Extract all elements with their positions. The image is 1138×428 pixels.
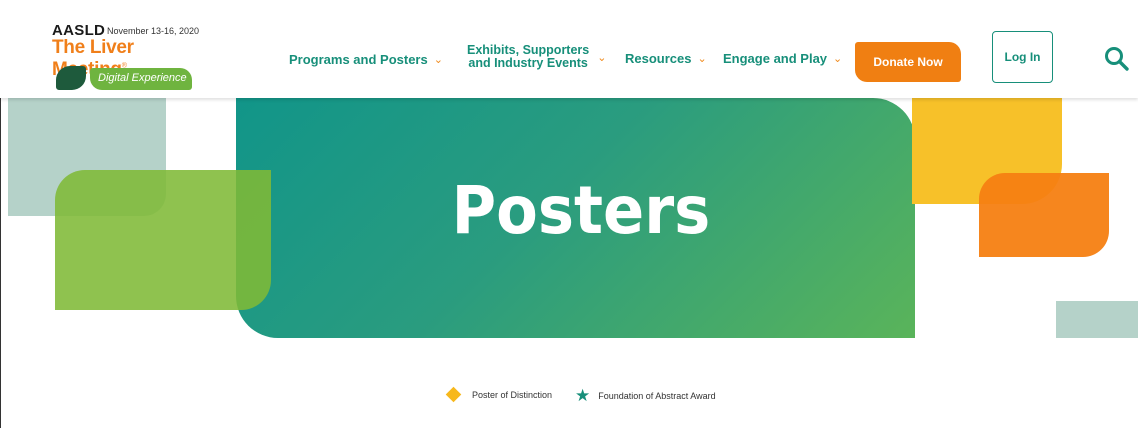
chevron-down-icon: ⌄ (433, 54, 443, 66)
nav-exhibits-label: Exhibits, Supporters and Industry Events (467, 43, 590, 70)
nav-exhibits-supporters[interactable]: Exhibits, Supporters and Industry Events… (467, 44, 606, 70)
logo-dates: November 13-16, 2020 (107, 26, 200, 36)
nav-engage-and-play[interactable]: Engage and Play ⌄ (723, 51, 842, 66)
nav-resources[interactable]: Resources ⌄ (625, 51, 707, 66)
diamond-icon (445, 386, 462, 403)
legend-poster-of-distinction: Poster of Distinction (445, 386, 553, 403)
login-button[interactable]: Log In (992, 31, 1053, 83)
star-icon: ★ (575, 386, 591, 405)
chevron-down-icon: ⌄ (833, 53, 843, 65)
nav-programs-label: Programs and Posters (289, 52, 428, 67)
chevron-down-icon: ⌄ (697, 53, 707, 65)
logo-subtitle: Digital Experience (90, 68, 192, 90)
donate-button[interactable]: Donate Now (855, 42, 961, 82)
decor-shape-grey-right (1056, 301, 1138, 338)
decor-shape-green-left (55, 170, 271, 310)
chevron-down-icon: ⌄ (597, 51, 607, 64)
page-title: Posters (451, 172, 711, 249)
logo-leaf-icon (56, 66, 86, 90)
decor-shape-orange (979, 173, 1109, 257)
legend-foundation-award: ★ Foundation of Abstract Award (575, 387, 716, 404)
nav-resources-label: Resources (625, 51, 692, 66)
site-header: AASLD November 13-16, 2020 The Liver Mee… (0, 0, 1138, 98)
legend-foundation-label: Foundation of Abstract Award (598, 390, 716, 401)
search-icon[interactable] (1103, 45, 1131, 73)
nav-engage-label: Engage and Play (723, 51, 828, 66)
site-logo[interactable]: AASLD November 13-16, 2020 The Liver Mee… (52, 22, 212, 92)
legend-distinction-label: Poster of Distinction (472, 389, 553, 400)
nav-programs-and-posters[interactable]: Programs and Posters ⌄ (289, 52, 443, 67)
